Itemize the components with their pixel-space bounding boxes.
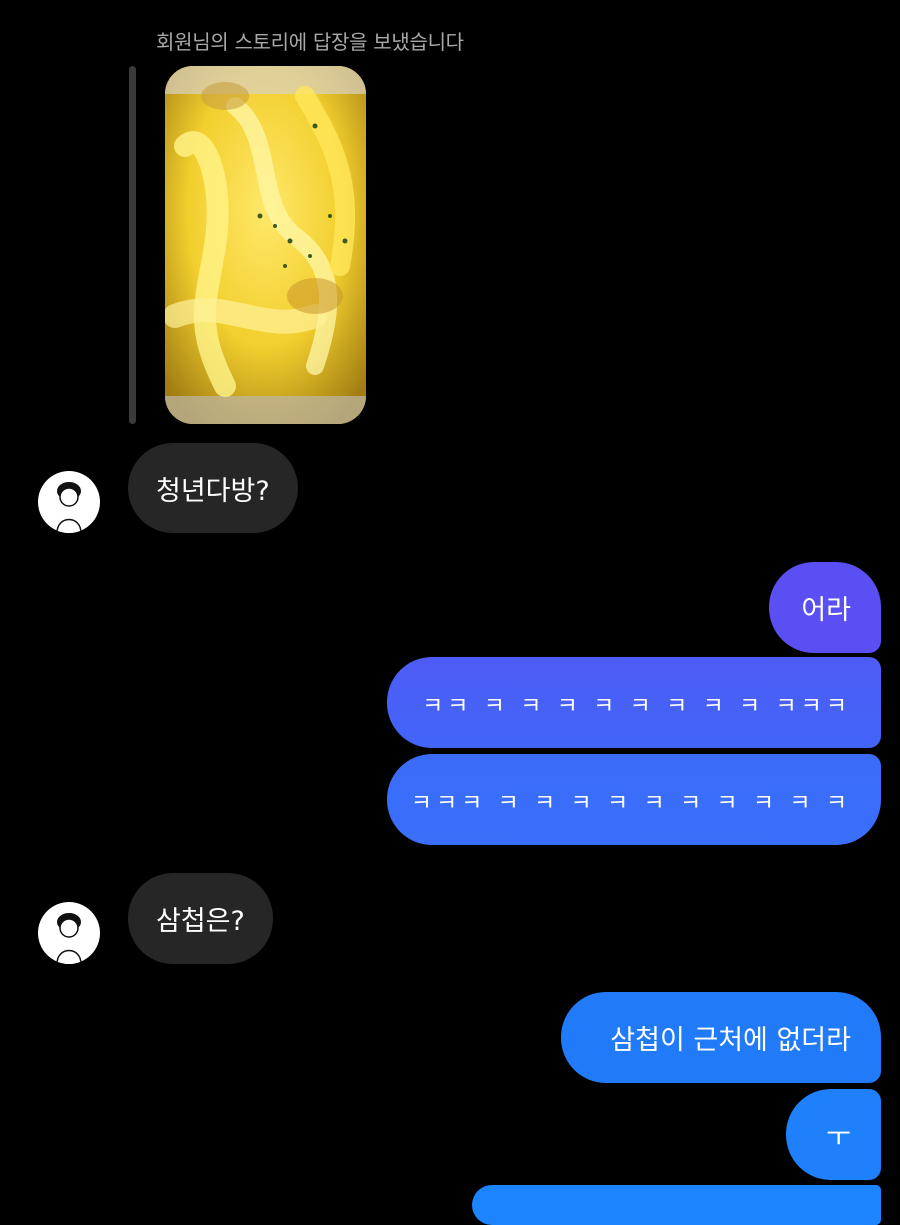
outgoing-message[interactable]: ㅜ (786, 1089, 881, 1180)
incoming-message[interactable]: 청년다방? (128, 443, 298, 533)
cheese-fries-image (165, 66, 366, 424)
outgoing-message[interactable]: 삼첩이 근처에 없더라 (561, 992, 881, 1083)
incoming-message[interactable]: 삼첩은? (128, 873, 273, 964)
outgoing-message-partial[interactable] (472, 1185, 881, 1225)
story-thumbnail[interactable] (165, 66, 366, 424)
outgoing-message[interactable]: ㅋㅋㅋ ㅋ ㅋ ㅋ ㅋ ㅋ ㅋ ㅋ ㅋ ㅋ ㅋ (387, 754, 881, 845)
outgoing-message[interactable]: ㅋㅋ ㅋ ㅋ ㅋ ㅋ ㅋ ㅋ ㅋ ㅋ ㅋㅋㅋ (387, 657, 881, 748)
sender-avatar[interactable] (38, 902, 100, 964)
outgoing-message[interactable]: 어라 (769, 562, 881, 653)
story-reply-caption: 회원님의 스토리에 답장을 보냈습니다 (156, 30, 464, 54)
story-reply-quote-bar (129, 66, 136, 424)
sender-avatar[interactable] (38, 471, 100, 533)
